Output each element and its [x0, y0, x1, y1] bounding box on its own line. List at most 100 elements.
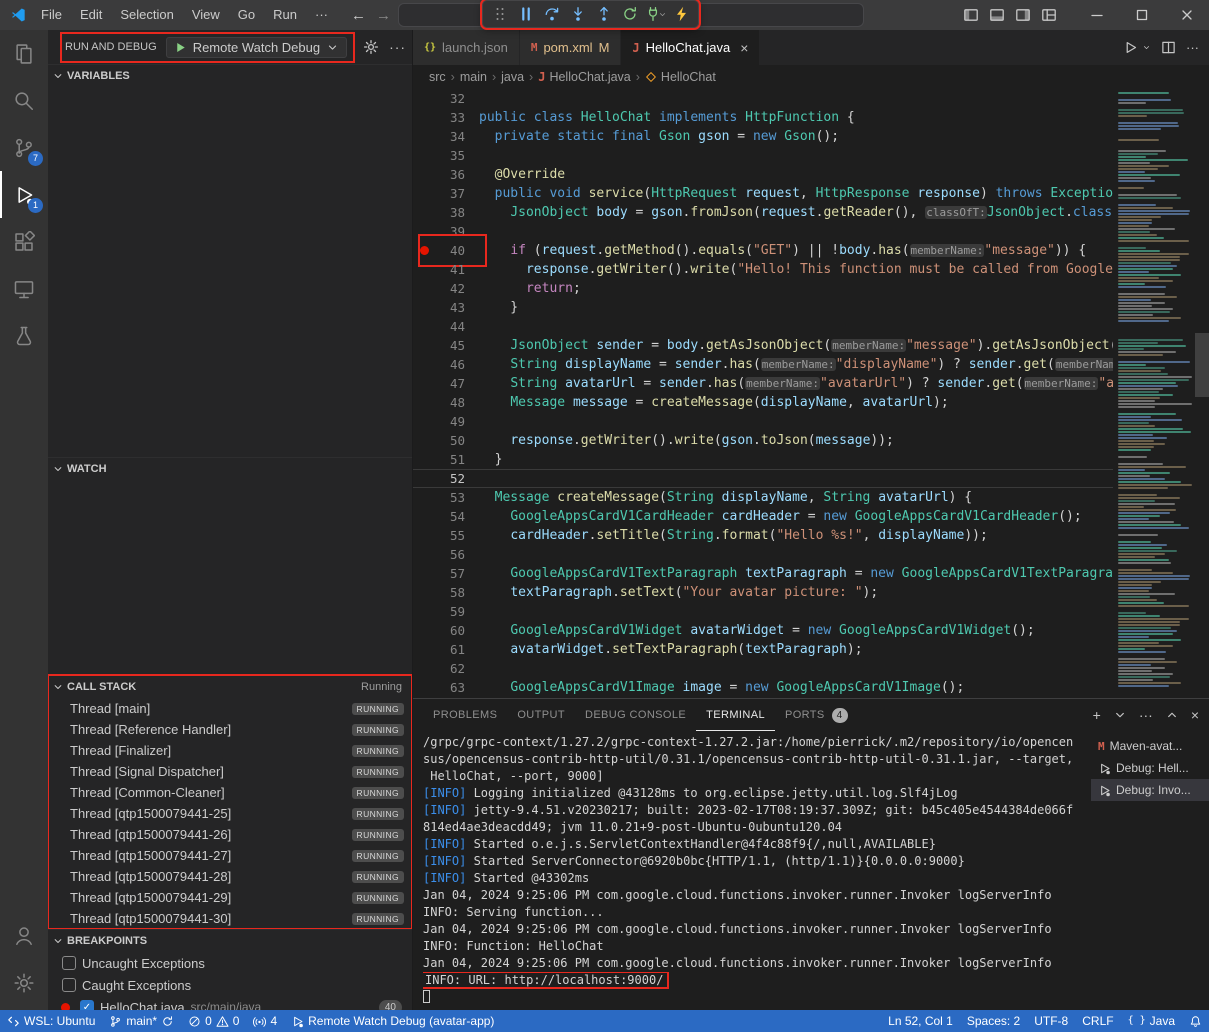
breakpoint-checkbox[interactable]: ✓: [80, 1000, 94, 1010]
menu-edit[interactable]: Edit: [71, 0, 111, 30]
terminal-list-item[interactable]: MMaven-avat...: [1091, 735, 1209, 757]
disconnect-button[interactable]: [643, 3, 668, 25]
activity-settings[interactable]: [0, 959, 48, 1006]
callstack-thread[interactable]: Thread [Signal Dispatcher]RUNNING: [48, 761, 412, 782]
chev-icon[interactable]: [1113, 708, 1127, 722]
callstack-thread[interactable]: Thread [qtp1500079441-27]RUNNING: [48, 845, 412, 866]
activity-explorer[interactable]: [0, 30, 48, 77]
tab-launch-json[interactable]: {}launch.json: [413, 30, 520, 65]
line-gutter[interactable]: 44: [413, 317, 479, 336]
activity-testing[interactable]: [0, 312, 48, 359]
restart-button[interactable]: [617, 3, 642, 25]
status-branch[interactable]: main*: [102, 1010, 181, 1032]
drag-handle-button[interactable]: [487, 3, 512, 25]
line-gutter[interactable]: 45: [413, 336, 479, 355]
line-gutter[interactable]: 53: [413, 488, 479, 507]
line-gutter[interactable]: 54: [413, 507, 479, 526]
line-gutter[interactable]: 51: [413, 450, 479, 469]
layout-sidebar-right-icon[interactable]: [1012, 4, 1034, 26]
chev-icon[interactable]: [1148, 43, 1151, 52]
line-gutter[interactable]: 38: [413, 203, 479, 222]
watch-header[interactable]: WATCH: [48, 458, 412, 480]
pause-button[interactable]: [513, 3, 538, 25]
line-gutter[interactable]: 56: [413, 545, 479, 564]
breadcrumb-item[interactable]: main: [460, 70, 487, 84]
status-eol[interactable]: CRLF: [1075, 1010, 1120, 1032]
callstack-thread[interactable]: Thread [qtp1500079441-30]RUNNING: [48, 908, 412, 929]
callstack-thread[interactable]: Thread [Finalizer]RUNNING: [48, 740, 412, 761]
line-gutter[interactable]: 60: [413, 621, 479, 640]
status-ports[interactable]: 4: [246, 1010, 284, 1032]
win-close-button[interactable]: [1164, 0, 1209, 30]
breakpoint-checkbox[interactable]: [62, 956, 76, 970]
layout-sidebar-icon[interactable]: [960, 4, 982, 26]
breakpoint-item[interactable]: Uncaught Exceptions: [48, 952, 412, 974]
breakpoint-item[interactable]: Caught Exceptions: [48, 974, 412, 996]
debug-settings-icon[interactable]: [363, 39, 379, 55]
more-icon[interactable]: ···: [1186, 41, 1199, 54]
chev-up-icon[interactable]: [1165, 708, 1179, 722]
line-gutter[interactable]: 50: [413, 431, 479, 450]
line-gutter[interactable]: 58: [413, 583, 479, 602]
activity-search[interactable]: [0, 77, 48, 124]
line-gutter[interactable]: 47: [413, 374, 479, 393]
breakpoint-item[interactable]: ✓HelloChat.javasrc/main/java40: [48, 996, 412, 1010]
activity-extensions[interactable]: [0, 218, 48, 265]
callstack-thread[interactable]: Thread [main]RUNNING: [48, 698, 412, 719]
layout-custom-icon[interactable]: [1038, 4, 1060, 26]
line-gutter[interactable]: 32: [413, 89, 479, 108]
layout-panel-icon[interactable]: [986, 4, 1008, 26]
win-max-button[interactable]: [1119, 0, 1164, 30]
editor-scrollbar[interactable]: [1195, 333, 1209, 397]
panel-tab-terminal[interactable]: TERMINAL: [696, 699, 775, 731]
panel-tab-output[interactable]: OUTPUT: [507, 699, 575, 731]
add-icon[interactable]: +: [1093, 708, 1101, 722]
terminal-list-item[interactable]: Debug: Invo...: [1091, 779, 1209, 801]
line-gutter[interactable]: 34: [413, 127, 479, 146]
step-into-button[interactable]: [565, 3, 590, 25]
line-gutter[interactable]: 46: [413, 355, 479, 374]
breakpoints-header[interactable]: BREAKPOINTS: [48, 930, 412, 952]
line-gutter[interactable]: 49: [413, 412, 479, 431]
menu-file[interactable]: File: [32, 0, 71, 30]
debug-config-dropdown[interactable]: Remote Watch Debug: [166, 37, 347, 58]
status-encoding[interactable]: UTF-8: [1027, 1010, 1075, 1032]
line-gutter[interactable]: 52: [413, 469, 479, 488]
play-outline-icon[interactable]: [1123, 40, 1138, 55]
panel-tab-debug-console[interactable]: DEBUG CONSOLE: [575, 699, 696, 731]
line-gutter[interactable]: 62: [413, 659, 479, 678]
breakpoint-glyph[interactable]: [413, 246, 435, 255]
step-out-button[interactable]: [591, 3, 616, 25]
callstack-thread[interactable]: Thread [qtp1500079441-26]RUNNING: [48, 824, 412, 845]
status-problems[interactable]: 00: [181, 1010, 246, 1032]
arrow-left-icon[interactable]: ←: [351, 8, 366, 23]
callstack-thread[interactable]: Thread [qtp1500079441-25]RUNNING: [48, 803, 412, 824]
activity-remote-explorer[interactable]: [0, 265, 48, 312]
line-gutter[interactable]: 61: [413, 640, 479, 659]
status-indentation[interactable]: Spaces: 2: [960, 1010, 1027, 1032]
menu-more[interactable]: ···: [306, 0, 337, 30]
line-gutter[interactable]: 41: [413, 260, 479, 279]
variables-header[interactable]: VARIABLES: [48, 65, 412, 87]
breadcrumb-item[interactable]: HelloChat: [645, 70, 716, 84]
activity-run-debug[interactable]: 1: [0, 171, 48, 218]
line-gutter[interactable]: 57: [413, 564, 479, 583]
menu-go[interactable]: Go: [229, 0, 264, 30]
breadcrumb-item[interactable]: JHelloChat.java: [538, 70, 631, 84]
menu-view[interactable]: View: [183, 0, 229, 30]
close-x-icon[interactable]: ×: [1191, 708, 1199, 722]
status-notifications[interactable]: [1182, 1010, 1209, 1032]
terminal-list-item[interactable]: Debug: Hell...: [1091, 757, 1209, 779]
win-min-button[interactable]: [1074, 0, 1119, 30]
terminal-output[interactable]: /grpc/grpc-context/1.27.2/grpc-context-1…: [413, 731, 1091, 1010]
line-gutter[interactable]: 59: [413, 602, 479, 621]
line-gutter[interactable]: 42: [413, 279, 479, 298]
line-gutter[interactable]: 35: [413, 146, 479, 165]
tab-pom-xml[interactable]: Mpom.xmlM: [520, 30, 622, 65]
callstack-thread[interactable]: Thread [qtp1500079441-28]RUNNING: [48, 866, 412, 887]
step-over-button[interactable]: [539, 3, 564, 25]
line-gutter[interactable]: 36: [413, 165, 479, 184]
callstack-thread[interactable]: Thread [Common-Cleaner]RUNNING: [48, 782, 412, 803]
status-language-mode[interactable]: { }Java: [1121, 1010, 1182, 1032]
line-gutter[interactable]: 40: [413, 241, 479, 260]
